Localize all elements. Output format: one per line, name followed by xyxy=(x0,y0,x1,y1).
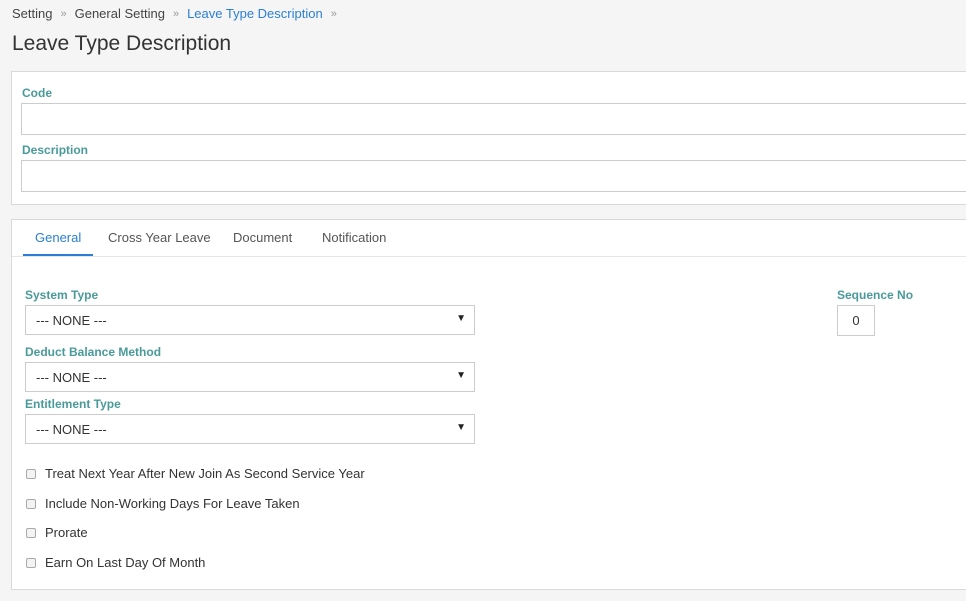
system-type-select[interactable]: --- NONE --- ▼ xyxy=(25,305,475,335)
entitlement-type-select[interactable]: --- NONE --- ▼ xyxy=(25,414,475,444)
caret-down-icon: ▼ xyxy=(456,370,466,381)
code-label: Code xyxy=(22,86,52,100)
tab-general[interactable]: General xyxy=(35,230,81,245)
prorate-checkbox[interactable] xyxy=(26,527,36,538)
tab-cross-year-leave[interactable]: Cross Year Leave xyxy=(108,230,211,245)
breadcrumb-item-setting[interactable]: Setting xyxy=(12,6,52,21)
breadcrumb: Setting » General Setting » Leave Type D… xyxy=(12,6,345,21)
prorate-label: Prorate xyxy=(45,525,88,540)
caret-down-icon: ▼ xyxy=(456,422,466,433)
checkbox-row-prorate[interactable]: Prorate xyxy=(26,525,88,540)
tab-notification[interactable]: Notification xyxy=(322,230,386,245)
system-type-label: System Type xyxy=(25,288,99,302)
checkbox-row-earn-last-day[interactable]: Earn On Last Day Of Month xyxy=(26,555,205,570)
deduct-balance-method-label: Deduct Balance Method xyxy=(25,345,162,359)
description-label: Description xyxy=(22,143,89,157)
deduct-balance-method-value: --- NONE --- xyxy=(36,369,107,385)
earn-last-day-label: Earn On Last Day Of Month xyxy=(45,555,206,570)
checkbox-row-include-non-working-days[interactable]: Include Non-Working Days For Leave Taken xyxy=(26,496,300,511)
system-type-value: --- NONE --- xyxy=(36,312,107,328)
tab-document[interactable]: Document xyxy=(233,230,292,245)
double-chevron-right-icon: » xyxy=(330,7,337,20)
caret-down-icon: ▼ xyxy=(456,313,466,324)
double-chevron-right-icon: » xyxy=(60,7,67,20)
detail-panel: General Cross Year Leave Document Notifi… xyxy=(11,219,966,590)
deduct-balance-method-select[interactable]: --- NONE --- ▼ xyxy=(25,362,475,392)
checkbox-row-treat-next-year[interactable]: Treat Next Year After New Join As Second… xyxy=(26,466,365,481)
sequence-no-label: Sequence No xyxy=(837,288,914,302)
include-non-working-days-checkbox[interactable] xyxy=(26,498,36,509)
entitlement-type-label: Entitlement Type xyxy=(25,397,121,411)
include-non-working-days-label: Include Non-Working Days For Leave Taken xyxy=(45,496,300,511)
description-input[interactable] xyxy=(21,160,966,192)
active-tab-indicator xyxy=(23,254,93,256)
tab-bar: General Cross Year Leave Document Notifi… xyxy=(12,220,966,257)
header-form-panel: Code Description xyxy=(11,71,966,205)
breadcrumb-item-general-setting[interactable]: General Setting xyxy=(75,6,165,21)
sequence-no-input[interactable]: 0 xyxy=(837,305,875,336)
breadcrumb-item-leave-type-description[interactable]: Leave Type Description xyxy=(187,6,323,21)
earn-last-day-checkbox[interactable] xyxy=(26,557,36,568)
code-input[interactable] xyxy=(21,103,966,135)
entitlement-type-value: --- NONE --- xyxy=(36,421,107,437)
treat-next-year-label: Treat Next Year After New Join As Second… xyxy=(45,466,365,481)
double-chevron-right-icon: » xyxy=(172,7,180,20)
page-title: Leave Type Description xyxy=(12,32,232,55)
treat-next-year-checkbox[interactable] xyxy=(26,468,36,479)
